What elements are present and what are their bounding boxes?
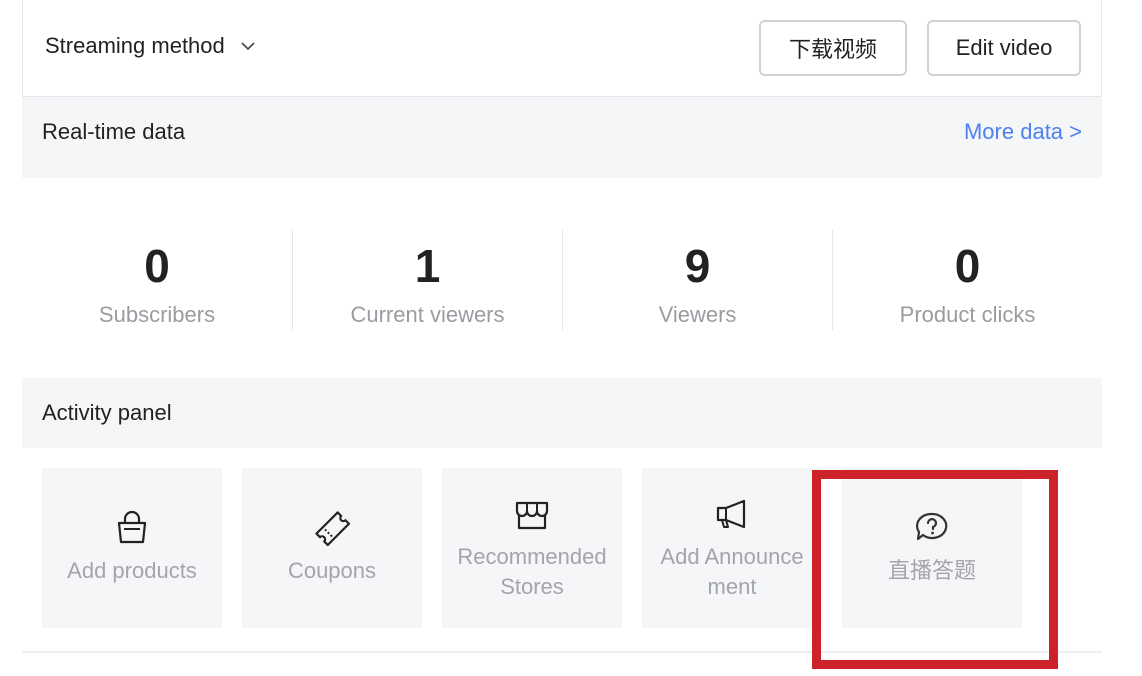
tile-label-line2: Stores: [500, 574, 564, 599]
streaming-method-dropdown[interactable]: Streaming method: [45, 33, 257, 59]
add-products-tile[interactable]: Add products: [42, 468, 222, 628]
top-toolbar: Streaming method 下载视频 Edit video: [22, 0, 1102, 97]
activity-panel-header: Activity panel: [22, 378, 1102, 448]
add-announcement-tile[interactable]: Add Announce ment: [642, 468, 822, 628]
stat-value: 1: [414, 240, 441, 292]
more-data-link[interactable]: More data >: [964, 119, 1082, 145]
ticket-icon: [315, 511, 351, 547]
stats-row: 0 Subscribers 1 Current viewers 9 Viewer…: [22, 230, 1102, 330]
edit-video-button[interactable]: Edit video: [927, 20, 1081, 76]
realtime-data-header: Real-time data More data >: [22, 97, 1102, 178]
download-video-button[interactable]: 下载视频: [759, 20, 907, 76]
stat-label: Product clicks: [899, 302, 1036, 327]
tile-label-line1: Add Announce: [660, 544, 804, 569]
stat-value: 9: [684, 240, 711, 292]
stat-label: Subscribers: [98, 302, 216, 327]
coupons-tile[interactable]: Coupons: [242, 468, 422, 628]
realtime-data-title: Real-time data: [42, 119, 186, 144]
divider: [22, 651, 1102, 653]
tile-label-line1: Recommended: [457, 544, 607, 569]
activity-panel-title: Activity panel: [42, 400, 172, 425]
question-bubble-icon: [916, 512, 948, 541]
recommended-stores-tile[interactable]: Recommended Stores: [442, 468, 622, 628]
live-quiz-tile[interactable]: 直播答题: [842, 468, 1022, 628]
tile-label: 直播答题: [887, 558, 976, 583]
stat-value: 0: [144, 240, 170, 292]
tile-label: Add products: [67, 558, 197, 583]
tile-label-line2: ment: [707, 574, 757, 599]
streaming-method-label: Streaming method: [45, 33, 225, 58]
megaphone-icon: [716, 499, 746, 529]
stat-subscribers: 0 Subscribers: [22, 230, 292, 330]
shopping-bag-icon: [117, 510, 147, 544]
tile-label: Coupons: [287, 558, 377, 583]
tile-label: Add Announce ment: [642, 542, 822, 602]
stat-product-clicks: 0 Product clicks: [832, 230, 1102, 330]
stat-label: Viewers: [658, 302, 737, 327]
chevron-down-icon: [241, 42, 255, 51]
stat-current-viewers: 1 Current viewers: [292, 230, 562, 330]
stat-label: Current viewers: [350, 302, 505, 327]
store-icon: [515, 501, 549, 530]
stat-viewers: 9 Viewers: [562, 230, 832, 330]
tile-label: Recommended Stores: [442, 542, 622, 602]
stat-value: 0: [954, 240, 981, 292]
